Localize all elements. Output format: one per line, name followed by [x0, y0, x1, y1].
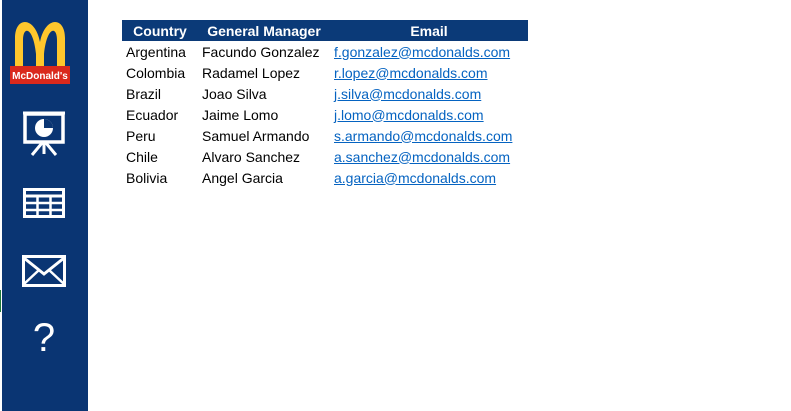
email-cell: r.lopez@mcdonalds.com [330, 62, 528, 83]
table-header-row: Country General Manager Email [122, 20, 528, 41]
manager-cell: Radamel Lopez [202, 64, 301, 81]
manager-table: Country General Manager Email Argentina F… [122, 20, 528, 188]
manager-cell: Alvaro Sanchez [202, 148, 301, 165]
mcdonalds-logo: McDonald's [10, 21, 70, 84]
email-link[interactable]: j.lomo@mcdonalds.com [334, 107, 484, 123]
column-header-manager: General Manager [198, 20, 330, 41]
help-icon: ? [32, 316, 56, 360]
email-cell: s.armando@mcdonalds.com [330, 125, 528, 146]
help-button[interactable]: ? [16, 313, 72, 363]
email-cell: j.silva@mcdonalds.com [330, 83, 528, 104]
email-link[interactable]: s.armando@mcdonalds.com [334, 128, 512, 144]
table-row: Peru Samuel Armando s.armando@mcdonalds.co… [122, 125, 528, 146]
country-cell: Colombia [126, 64, 186, 81]
manager-cell: Samuel Armando [202, 127, 310, 144]
sidebar: McDonald's ? [2, 0, 88, 411]
manager-cell: Joao Silva [202, 85, 267, 102]
logo-text: McDonald's [12, 71, 68, 82]
country-cell: Chile [126, 148, 158, 165]
email-button[interactable] [16, 246, 72, 296]
table-row: Bolivia Angel Garcia a.garcia@mcdonalds.co… [122, 167, 528, 188]
envelope-icon [22, 255, 66, 287]
email-cell: f.gonzalez@mcdonalds.com [330, 41, 528, 62]
manager-cell: Jaime Lomo [202, 106, 279, 123]
table-row: Chile Alvaro Sanchez a.sanchez@mcdonalds.c… [122, 146, 528, 167]
email-link[interactable]: a.sanchez@mcdonalds.com [334, 149, 510, 165]
table-row: Ecuador Jaime Lomo j.lomo@mcdonalds.com [122, 104, 528, 125]
table-row: Brazil Joao Silva j.silva@mcdonalds.com [122, 83, 528, 104]
email-link[interactable]: j.silva@mcdonalds.com [334, 86, 481, 102]
email-link[interactable]: r.lopez@mcdonalds.com [334, 65, 488, 81]
column-header-country: Country [122, 20, 198, 41]
email-cell: j.lomo@mcdonalds.com [330, 104, 528, 125]
email-cell: a.garcia@mcdonalds.com [330, 167, 528, 188]
country-cell: Ecuador [126, 106, 179, 123]
column-header-email: Email [330, 20, 528, 41]
table-grid-button[interactable] [16, 178, 72, 228]
email-link[interactable]: f.gonzalez@mcdonalds.com [334, 44, 510, 60]
country-cell: Peru [126, 127, 156, 144]
presentation-chart-button[interactable] [16, 108, 72, 158]
table-grid-icon [23, 188, 65, 218]
email-link[interactable]: a.garcia@mcdonalds.com [334, 170, 496, 186]
table-body: Argentina Facundo Gonzalez f.gonzalez@mcdo… [122, 41, 528, 188]
presentation-chart-icon [23, 111, 65, 156]
manager-cell: Facundo Gonzalez [202, 43, 320, 60]
table-row: Colombia Radamel Lopez r.lopez@mcdonalds.c… [122, 62, 528, 83]
country-cell: Argentina [126, 43, 186, 60]
table-row: Argentina Facundo Gonzalez f.gonzalez@mcdo… [122, 41, 528, 62]
manager-cell: Angel Garcia [202, 169, 283, 186]
window-edge-marker [0, 290, 1, 312]
country-cell: Brazil [126, 85, 162, 102]
manager-table-container: Country General Manager Email Argentina F… [122, 20, 528, 188]
email-cell: a.sanchez@mcdonalds.com [330, 146, 528, 167]
country-cell: Bolivia [126, 169, 168, 186]
